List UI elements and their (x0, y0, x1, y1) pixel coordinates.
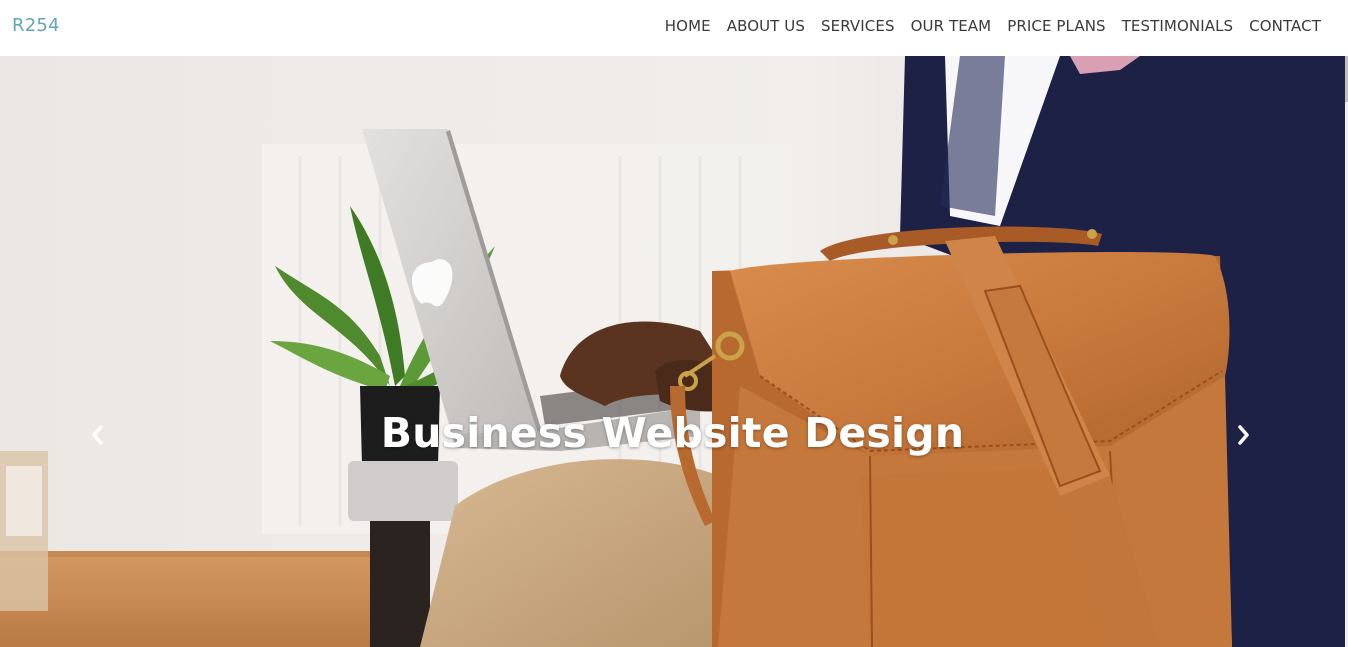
nav-item-services[interactable]: SERVICES (821, 17, 895, 35)
nav-item-testimonials[interactable]: TESTIMONIALS (1122, 17, 1233, 35)
nav-item-about-us[interactable]: ABOUT US (727, 17, 805, 35)
brand-logo[interactable]: R254 (12, 15, 60, 36)
carousel-next-button[interactable] (1229, 420, 1259, 450)
chevron-right-icon (1238, 425, 1249, 445)
main-nav: HOME ABOUT US SERVICES OUR TEAM PRICE PL… (665, 17, 1321, 35)
nav-item-home[interactable]: HOME (665, 17, 711, 35)
chevron-left-icon (92, 425, 103, 445)
carousel-caption: Business Website Design (380, 409, 965, 457)
nav-item-our-team[interactable]: OUR TEAM (911, 17, 992, 35)
hero-carousel: Business Website Design (0, 56, 1345, 647)
carousel-prev-button[interactable] (82, 420, 112, 450)
hero-background-image (0, 56, 1345, 647)
nav-item-price-plans[interactable]: PRICE PLANS (1007, 17, 1105, 35)
navbar: R254 HOME ABOUT US SERVICES OUR TEAM PRI… (0, 0, 1348, 56)
nav-item-contact[interactable]: CONTACT (1249, 17, 1321, 35)
